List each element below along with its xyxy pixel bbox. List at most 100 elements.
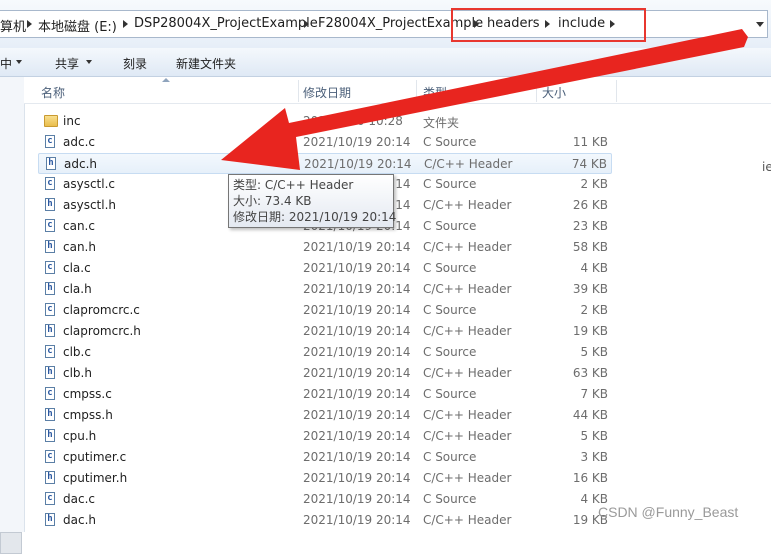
file-name: can.h [63,240,96,254]
column-header-row: 名称 修改日期 类型 大小 [24,77,771,104]
file-type: C/C++ Header [424,157,513,171]
file-type: 文件夹 [423,116,460,130]
breadcrumb-separator-icon[interactable] [27,20,32,28]
right-edge-text: ie [762,160,771,174]
file-type: C/C++ Header [423,408,512,422]
navigation-pane[interactable] [0,77,25,554]
file-date: 2021/10/19 20:14 [303,282,411,296]
address-bar: 算机 本地磁盘 (E:) DSP28004X_ProjectExample F2… [0,0,771,49]
file-type: C/C++ Header [423,198,512,212]
c-source-file-icon: c [45,387,55,400]
file-type: C/C++ Header [423,471,512,485]
file-type: C/C++ Header [423,240,512,254]
organize-button[interactable]: 中 [0,55,12,72]
c-source-file-icon: c [45,303,55,316]
chevron-down-icon[interactable] [16,60,22,64]
new-folder-button[interactable]: 新建文件夹 [176,55,236,72]
column-header-name[interactable]: 名称 [41,84,65,101]
toolbar: 中 共享 刻录 新建文件夹 [0,48,771,77]
list-item[interactable]: h cputimer.h 2021/10/19 20:14 C/C++ Header 1… [38,468,612,489]
list-item[interactable]: h clapromcrc.h 2021/10/19 20:14 C/C++ Heade… [38,321,612,342]
c-header-file-icon: h [45,471,55,484]
file-name: clapromcrc.c [63,303,140,317]
file-date: 2021/10/19 20:14 [303,345,411,359]
file-type: C Source [423,492,477,506]
file-type: C/C++ Header [423,429,512,443]
file-size: 44 KB [572,408,608,422]
column-header-size[interactable]: 大小 [542,84,566,101]
breadcrumb-item-computer[interactable]: 算机 [0,16,26,35]
file-type: C Source [423,345,477,359]
c-source-file-icon: c [45,177,55,190]
breadcrumb-separator-icon[interactable] [304,20,309,28]
c-source-file-icon: c [45,219,55,232]
list-item[interactable]: inc 2022/7/30 10:28 文件夹 [38,111,612,132]
file-date: 2021/10/19 20:14 [303,135,411,149]
column-divider[interactable] [298,80,299,102]
list-item[interactable]: h clb.h 2021/10/19 20:14 C/C++ Header 63 KB [38,363,612,384]
file-date: 2021/10/19 20:14 [303,240,411,254]
breadcrumb-item-drive[interactable]: 本地磁盘 (E:) [38,16,117,35]
file-name: dac.c [63,492,95,506]
file-size: 4 KB [580,261,608,275]
c-source-file-icon: c [45,492,55,505]
file-name: cmpss.h [63,408,113,422]
file-size: 5 KB [580,345,608,359]
burn-button[interactable]: 刻录 [123,55,147,72]
chevron-down-icon[interactable] [756,22,764,27]
breadcrumb-item-project[interactable]: DSP28004X_ProjectExample [134,16,318,31]
file-date: 2021/10/19 20:14 [303,450,411,464]
list-item[interactable]: c dac.c 2021/10/19 20:14 C Source 4 KB [38,489,612,510]
file-date: 2021/10/19 20:14 [303,324,411,338]
chevron-down-icon[interactable] [86,60,92,64]
scrollbar[interactable] [0,532,22,554]
breadcrumb-separator-icon[interactable] [123,20,128,28]
file-type: C/C++ Header [423,324,512,338]
c-header-file-icon: h [45,408,55,421]
file-type: C Source [423,219,477,233]
list-item[interactable]: c cputimer.c 2021/10/19 20:14 C Source 3 KB [38,447,612,468]
highlight-box [451,8,646,42]
file-size: 39 KB [572,282,608,296]
column-header-type[interactable]: 类型 [423,84,447,101]
list-item[interactable]: c adc.c 2021/10/19 20:14 C Source 11 KB [38,132,612,153]
file-size: 23 KB [572,219,608,233]
file-size: 7 KB [580,387,608,401]
file-date: 2021/10/19 20:14 [303,492,411,506]
file-name: cputimer.c [63,450,127,464]
file-size: 5 KB [580,429,608,443]
file-size: 3 KB [580,450,608,464]
list-item[interactable]: c clb.c 2021/10/19 20:14 C Source 5 KB [38,342,612,363]
column-divider[interactable] [416,80,417,102]
list-item[interactable]: h cpu.h 2021/10/19 20:14 C/C++ Header 5 KB [38,426,612,447]
list-item[interactable]: h cla.h 2021/10/19 20:14 C/C++ Header 39 KB [38,279,612,300]
share-button[interactable]: 共享 [55,55,79,72]
list-item[interactable]: c cla.c 2021/10/19 20:14 C Source 4 KB [38,258,612,279]
column-divider[interactable] [616,80,617,102]
list-item[interactable]: h adc.h 2021/10/19 20:14 C/C++ Header 74 KB [38,153,612,174]
file-type: C/C++ Header [423,282,512,296]
c-source-file-icon: c [45,450,55,463]
list-item[interactable]: h dac.h 2021/10/19 20:14 C/C++ Header 19 KB [38,510,612,531]
c-header-file-icon: h [46,157,56,170]
c-header-file-icon: h [45,240,55,253]
file-date: 2021/10/19 20:14 [303,408,411,422]
file-type: C Source [423,177,477,191]
c-header-file-icon: h [45,513,55,526]
c-header-file-icon: h [45,198,55,211]
c-source-file-icon: c [45,135,55,148]
list-item[interactable]: h cmpss.h 2021/10/19 20:14 C/C++ Header 44 K… [38,405,612,426]
column-header-date[interactable]: 修改日期 [303,84,351,101]
file-name: asysctl.h [63,198,117,212]
folder-icon [44,115,58,127]
file-type: C Source [423,303,477,317]
file-name: cpu.h [63,429,97,443]
watermark: CSDN @Funny_Beast [598,504,739,520]
c-source-file-icon: c [45,345,55,358]
file-name: adc.h [64,157,97,171]
list-item[interactable]: h can.h 2021/10/19 20:14 C/C++ Header 58 KB [38,237,612,258]
list-item[interactable]: c clapromcrc.c 2021/10/19 20:14 C Source 2 K… [38,300,612,321]
list-item[interactable]: c cmpss.c 2021/10/19 20:14 C Source 7 KB [38,384,612,405]
column-divider[interactable] [536,80,537,102]
file-name: inc [63,114,81,128]
